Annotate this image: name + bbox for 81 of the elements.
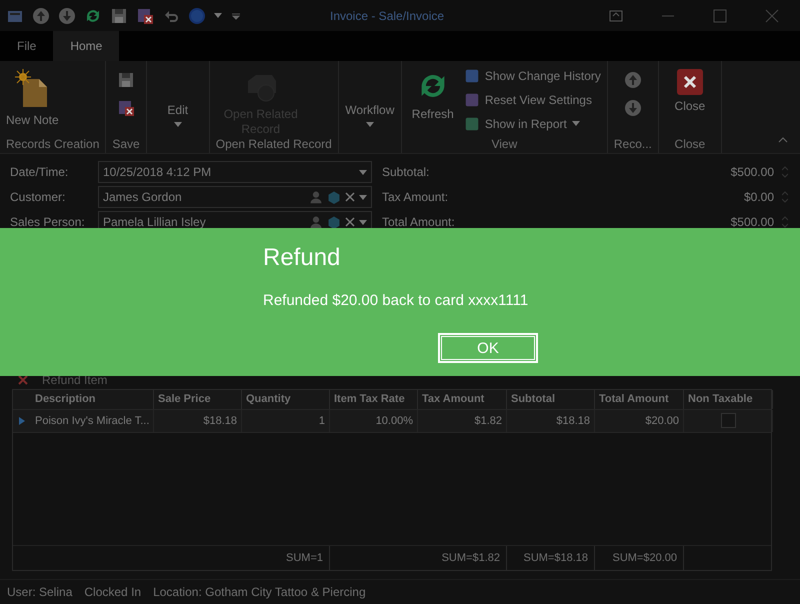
table-cell: 1 xyxy=(242,410,330,432)
group-label: View xyxy=(490,137,518,152)
input-field[interactable]: James Gordon xyxy=(98,186,372,208)
column-header[interactable]: Tax Amount xyxy=(418,390,507,408)
restore-icon[interactable] xyxy=(608,8,624,24)
person-icon[interactable] xyxy=(309,215,323,230)
circle-icon[interactable] xyxy=(188,6,206,25)
group-label: Close xyxy=(674,137,706,152)
dialog-title: Refund xyxy=(263,244,342,272)
column-header[interactable]: Item Tax Rate xyxy=(330,390,418,408)
refund-item-button[interactable]: Refund Item xyxy=(38,372,112,387)
amount-value: $500.00 xyxy=(730,165,775,180)
ribbon-tab[interactable]: File xyxy=(0,31,54,61)
column-header[interactable]: Non Taxable xyxy=(684,390,773,408)
sum-cell: SUM=$20.00 xyxy=(595,546,684,570)
clear-icon[interactable] xyxy=(345,192,355,202)
ribbon-button[interactable]: Refresh xyxy=(408,64,458,122)
status-text: Clocked In xyxy=(84,585,142,600)
table-cell: $18.18 xyxy=(154,410,242,432)
column-header[interactable]: Sale Price xyxy=(154,390,242,408)
status-text: User: Selina xyxy=(7,585,72,600)
row-indicator-icon xyxy=(19,416,25,424)
checkbox[interactable] xyxy=(720,413,736,428)
spin-icon[interactable] xyxy=(782,216,788,228)
field-label: Subtotal: xyxy=(382,165,430,180)
table-cell: Poison Ivy's Miracle T... xyxy=(31,410,154,432)
ribbon-dropdown-button[interactable]: Edit xyxy=(152,64,203,127)
save-icon[interactable] xyxy=(110,6,128,25)
amount-value: $500.00 xyxy=(730,215,775,230)
table-cell: $20.00 xyxy=(595,410,684,432)
sum-cell: SUM=1 xyxy=(242,546,330,570)
ribbon-small-button[interactable]: Show Change History xyxy=(464,64,601,87)
caret-icon xyxy=(214,13,222,18)
caret-icon xyxy=(359,170,367,175)
field-label: Total Amount: xyxy=(382,215,456,230)
collapse-icon[interactable] xyxy=(778,137,788,144)
ribbon-tab[interactable]: Home xyxy=(53,31,120,61)
caret-icon xyxy=(359,220,367,225)
save-icon[interactable] xyxy=(117,70,136,89)
maximize-icon[interactable] xyxy=(712,8,728,24)
field-label: Sales Person: xyxy=(10,215,86,230)
ribbon-button[interactable]: New Note xyxy=(6,64,59,128)
ribbon-small-button[interactable]: Reset View Settings xyxy=(464,88,601,111)
table-cell: $18.18 xyxy=(507,410,595,432)
column-header[interactable]: Quantity xyxy=(242,390,330,408)
window-title: Invoice - Sale/Invoice xyxy=(330,8,446,23)
clear-icon[interactable] xyxy=(345,217,355,228)
caret-icon xyxy=(359,194,367,200)
caret-icon xyxy=(366,122,374,127)
column-header[interactable]: Description xyxy=(31,390,154,408)
field-label: Date/Time: xyxy=(10,165,70,180)
save-close-icon[interactable] xyxy=(117,98,136,117)
ok-button[interactable]: OK xyxy=(438,333,538,363)
ribbon-dropdown-button[interactable]: Workflow xyxy=(344,64,395,127)
sum-cell: SUM=$1.82 xyxy=(418,546,507,570)
group-label: Records Creation xyxy=(6,137,100,152)
table-cell: 10.00% xyxy=(330,410,418,432)
input-field[interactable]: 10/25/2018 4:12 PM xyxy=(98,161,372,184)
ribbon-button[interactable]: Close xyxy=(664,64,715,114)
sum-cell: SUM=$18.18 xyxy=(507,546,595,570)
box-icon[interactable] xyxy=(327,215,341,230)
group-label: Reco... xyxy=(614,137,652,152)
close-icon xyxy=(676,68,703,95)
status-text: Location: Gotham City Tattoo & Piercing xyxy=(153,585,366,600)
column-header[interactable]: Total Amount xyxy=(595,390,684,408)
close-icon[interactable] xyxy=(764,8,780,24)
group-label: Save xyxy=(112,137,140,152)
field-label: Tax Amount: xyxy=(382,190,450,204)
column-header[interactable]: Subtotal xyxy=(507,390,595,408)
table-row[interactable]: Poison Ivy's Miracle T... $18.18 1 10.00% $1.82 $18.18 $20.00 xyxy=(13,410,771,432)
field-label: Customer: xyxy=(10,190,66,204)
caret-icon xyxy=(572,121,580,126)
group-label: Open Related Record xyxy=(216,137,332,152)
amount-value: $0.00 xyxy=(742,190,775,204)
new-note-icon xyxy=(15,68,50,109)
delete-icon[interactable] xyxy=(18,374,28,385)
ribbon-small-button[interactable]: Show in Report xyxy=(464,112,601,135)
caret-icon xyxy=(174,122,182,127)
save-close-icon[interactable] xyxy=(136,6,154,25)
dialog-message: Refunded $20.00 back to card xxxx1111 xyxy=(263,292,530,309)
table-cell: $1.82 xyxy=(418,410,507,432)
